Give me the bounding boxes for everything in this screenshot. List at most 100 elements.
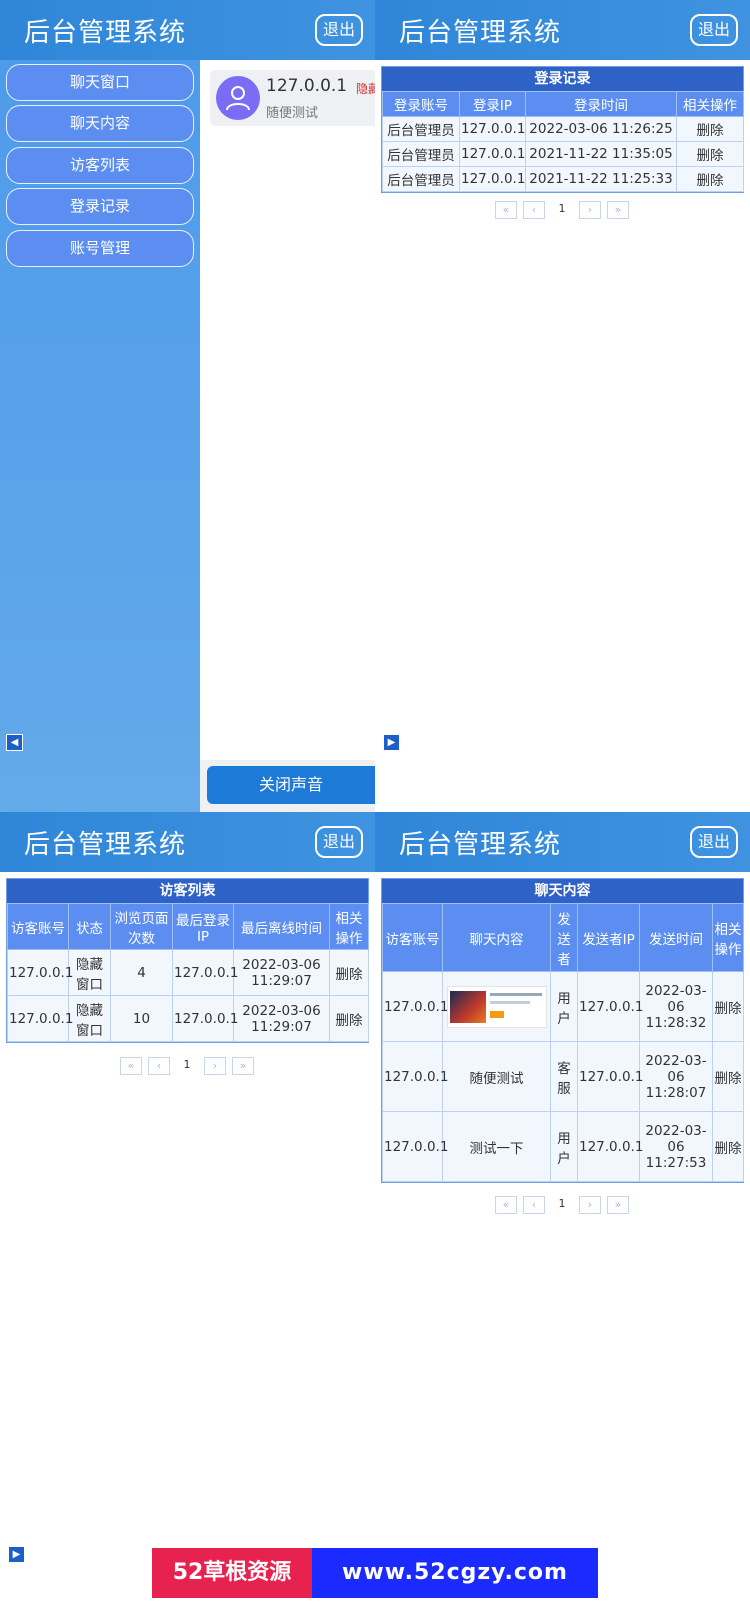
logout-button[interactable]: 退出 bbox=[315, 826, 363, 858]
cell-image-message[interactable] bbox=[442, 971, 551, 1042]
column-header: 相关操作 bbox=[329, 903, 369, 950]
sidebar-item-login-records[interactable]: 登录记录 bbox=[6, 188, 194, 225]
prev-page-button[interactable]: ‹ bbox=[148, 1057, 170, 1075]
session-ip: 127.0.0.1 bbox=[266, 76, 348, 96]
delete-link[interactable]: 删除 bbox=[712, 1041, 744, 1112]
cell-time: 2021-11-22 11:35:05 bbox=[525, 141, 677, 167]
last-page-button[interactable]: » bbox=[232, 1057, 254, 1075]
table-row: 127.0.0.1 用户 127.0.0.1 2022-03-06 11:28:… bbox=[382, 971, 744, 1042]
sidebar-item-account-manage[interactable]: 账号管理 bbox=[6, 230, 194, 267]
chat-area: 127.0.0.1 隐藏窗 随便测试 关闭声音 bbox=[200, 60, 375, 812]
cell-views: 10 bbox=[110, 995, 173, 1042]
table-header-row: 登录账号 登录IP 登录时间 相关操作 bbox=[382, 91, 744, 117]
column-header: 登录IP bbox=[459, 91, 526, 117]
column-header: 发送者IP bbox=[577, 903, 640, 972]
thumbnail-button bbox=[489, 1010, 504, 1018]
card-title: 登录记录 bbox=[382, 67, 743, 91]
delete-link[interactable]: 删除 bbox=[329, 949, 369, 996]
banner-brand: 52草根资源 bbox=[152, 1548, 312, 1598]
app-header: 后台管理系统 退出 bbox=[375, 812, 750, 872]
last-page-button[interactable]: » bbox=[607, 201, 629, 219]
next-page-button[interactable]: › bbox=[579, 1196, 601, 1214]
session-last-message: 随便测试 bbox=[266, 106, 319, 121]
banner-url: www.52cgzy.com bbox=[312, 1548, 598, 1598]
table-row: 127.0.0.1 随便测试 客服 127.0.0.1 2022-03-06 1… bbox=[382, 1041, 744, 1112]
first-page-button[interactable]: « bbox=[495, 201, 517, 219]
table-row: 后台管理员 127.0.0.1 2021-11-22 11:25:33 删除 bbox=[382, 166, 744, 192]
cell-visitor: 127.0.0.1 bbox=[7, 949, 73, 996]
next-page-button[interactable]: › bbox=[204, 1057, 226, 1075]
cell-account: 后台管理员 bbox=[382, 141, 460, 167]
logout-button[interactable]: 退出 bbox=[315, 14, 363, 46]
user-icon bbox=[226, 86, 250, 111]
column-header: 聊天内容 bbox=[442, 903, 551, 972]
cell-visitor: 127.0.0.1 bbox=[382, 1111, 448, 1182]
next-page-button[interactable]: › bbox=[579, 201, 601, 219]
cell-time: 2022-03-06 11:27:53 bbox=[639, 1111, 713, 1182]
table-row: 127.0.0.1 隐藏窗口 4 127.0.0.1 2022-03-06 11… bbox=[7, 949, 369, 996]
column-header: 浏览页面次数 bbox=[110, 903, 173, 950]
visitor-table: 访客账号 状态 浏览页面次数 最后登录IP 最后离线时间 相关操作 127.0.… bbox=[7, 903, 369, 1042]
cell-views: 4 bbox=[110, 949, 173, 996]
current-page[interactable]: 1 bbox=[176, 1057, 198, 1075]
image-thumbnail[interactable] bbox=[446, 985, 547, 1028]
cell-sender: 客服 bbox=[550, 1041, 578, 1112]
column-header: 发送者 bbox=[550, 903, 578, 972]
app-title: 后台管理系统 bbox=[399, 830, 562, 860]
delete-link[interactable]: 删除 bbox=[329, 995, 369, 1042]
expand-sidebar-icon[interactable]: ▶ bbox=[383, 734, 400, 751]
screen-chat-content: 后台管理系统 退出 聊天内容 访客账号 聊天内容 发送者 发送者IP 发送时间 … bbox=[375, 812, 750, 1624]
app-title: 后台管理系统 bbox=[24, 18, 187, 48]
current-page[interactable]: 1 bbox=[551, 1196, 573, 1214]
expand-sidebar-icon[interactable]: ▶ bbox=[8, 1546, 25, 1563]
avatar bbox=[216, 76, 260, 120]
cell-time: 2022-03-06 11:28:32 bbox=[639, 971, 713, 1042]
sidebar-item-visitor-list[interactable]: 访客列表 bbox=[6, 147, 194, 184]
cell-ip: 127.0.0.1 bbox=[459, 116, 526, 142]
cell-time: 2021-11-22 11:25:33 bbox=[525, 166, 677, 192]
sidebar-item-chat-content[interactable]: 聊天内容 bbox=[6, 105, 194, 142]
column-header: 访客账号 bbox=[382, 903, 443, 972]
column-header: 相关操作 bbox=[712, 903, 744, 972]
cell-time: 2022-03-06 11:29:07 bbox=[233, 949, 330, 996]
thumbnail-line bbox=[489, 1000, 530, 1004]
cell-ip: 127.0.0.1 bbox=[577, 1041, 643, 1112]
chat-session-item[interactable]: 127.0.0.1 隐藏窗 随便测试 bbox=[210, 70, 375, 126]
prev-page-button[interactable]: ‹ bbox=[523, 1196, 545, 1214]
chat-content-table: 访客账号 聊天内容 发送者 发送者IP 发送时间 相关操作 127.0.0.1 bbox=[382, 903, 744, 1182]
column-header: 最后离线时间 bbox=[233, 903, 330, 950]
app-header: 后台管理系统 退出 bbox=[0, 812, 375, 872]
login-records-card: 登录记录 登录账号 登录IP 登录时间 相关操作 后台管理员 127.0.0.1… bbox=[381, 66, 744, 193]
sidebar: 聊天窗口 聊天内容 访客列表 登录记录 账号管理 ◀ bbox=[0, 60, 200, 812]
cell-status: 隐藏窗口 bbox=[68, 949, 111, 996]
first-page-button[interactable]: « bbox=[120, 1057, 142, 1075]
last-page-button[interactable]: » bbox=[607, 1196, 629, 1214]
collapse-sidebar-icon[interactable]: ◀ bbox=[6, 734, 23, 751]
toggle-sound-button[interactable]: 关闭声音 bbox=[207, 766, 375, 804]
logout-button[interactable]: 退出 bbox=[690, 826, 738, 858]
current-page[interactable]: 1 bbox=[551, 201, 573, 219]
app-header: 后台管理系统 退出 bbox=[0, 0, 375, 60]
column-header: 最后登录IP bbox=[172, 903, 234, 950]
card-title: 聊天内容 bbox=[382, 879, 743, 903]
logout-button[interactable]: 退出 bbox=[690, 14, 738, 46]
column-header: 登录账号 bbox=[382, 91, 460, 117]
chat-content-card: 聊天内容 访客账号 聊天内容 发送者 发送者IP 发送时间 相关操作 127.0… bbox=[381, 878, 744, 1183]
app-title: 后台管理系统 bbox=[24, 830, 187, 860]
cell-message: 测试一下 bbox=[442, 1111, 551, 1182]
delete-link[interactable]: 删除 bbox=[676, 116, 744, 142]
thumbnail-picture bbox=[449, 990, 486, 1023]
delete-link[interactable]: 删除 bbox=[676, 141, 744, 167]
screen-login-records: 后台管理系统 退出 登录记录 登录账号 登录IP 登录时间 相关操作 后台管理员… bbox=[375, 0, 750, 812]
table-row: 后台管理员 127.0.0.1 2022-03-06 11:26:25 删除 bbox=[382, 116, 744, 142]
sidebar-item-chat-window[interactable]: 聊天窗口 bbox=[6, 64, 194, 101]
delete-link[interactable]: 删除 bbox=[712, 971, 744, 1042]
table-row: 后台管理员 127.0.0.1 2021-11-22 11:35:05 删除 bbox=[382, 141, 744, 167]
watermark-banner: 52草根资源 www.52cgzy.com bbox=[152, 1548, 598, 1598]
first-page-button[interactable]: « bbox=[495, 1196, 517, 1214]
delete-link[interactable]: 删除 bbox=[676, 166, 744, 192]
delete-link[interactable]: 删除 bbox=[712, 1111, 744, 1182]
prev-page-button[interactable]: ‹ bbox=[523, 201, 545, 219]
cell-sender: 用户 bbox=[550, 1111, 578, 1182]
cell-ip: 127.0.0.1 bbox=[577, 1111, 643, 1182]
